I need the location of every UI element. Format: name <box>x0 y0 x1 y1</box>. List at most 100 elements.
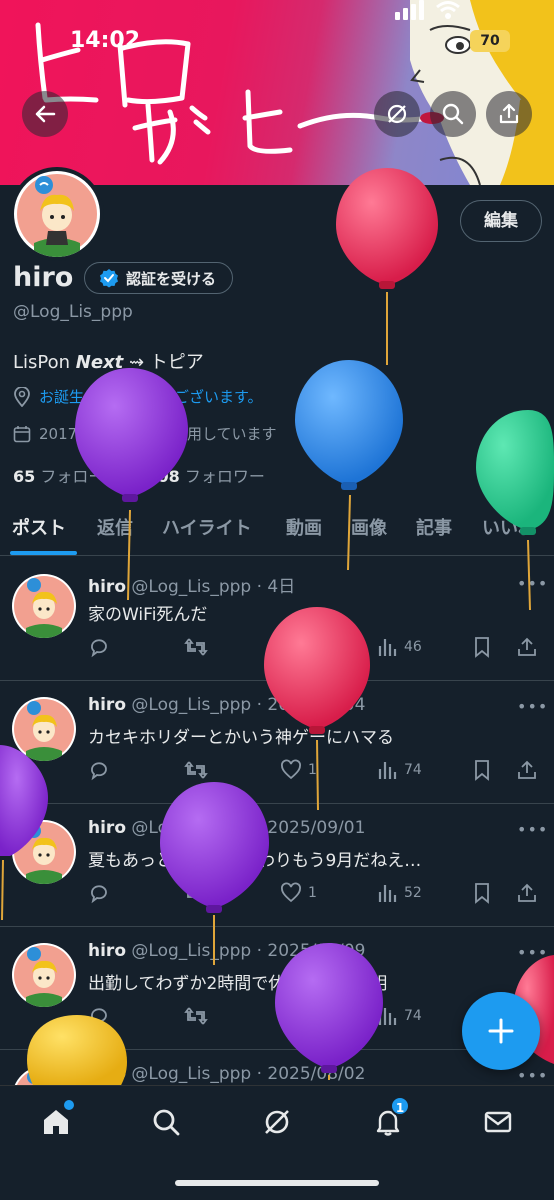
compose-post-button[interactable] <box>462 992 540 1070</box>
birthday-link[interactable]: お誕生日おめでとうございます。 <box>39 386 263 407</box>
tab-likes[interactable]: いいね <box>482 514 536 540</box>
repost-button[interactable] <box>184 1005 214 1027</box>
like-icon <box>281 1005 301 1026</box>
like-icon <box>281 636 301 657</box>
post-meta: @Log_Lis_ppp · 4日 <box>131 577 296 597</box>
bookmark-icon <box>475 883 489 904</box>
like-button[interactable]: 1 <box>280 1005 317 1027</box>
tab-replies[interactable]: 返信 <box>97 514 133 540</box>
views-button[interactable]: 74 <box>376 759 422 781</box>
share-icon <box>518 883 536 902</box>
edit-profile-button[interactable]: 編集 <box>460 200 542 242</box>
wifi-icon <box>436 1 460 19</box>
search-button[interactable] <box>430 91 476 137</box>
nav-search[interactable] <box>146 1102 186 1142</box>
post-text: カセキホリダーとかいう神ゲーにハマる <box>88 728 394 748</box>
nav-home[interactable] <box>36 1100 76 1142</box>
post-author-name[interactable]: hiro <box>88 941 126 961</box>
follow-stats: 65 フォロー中 108 フォロワー <box>13 463 265 487</box>
views-icon <box>378 762 397 779</box>
share-post-button[interactable] <box>516 759 538 781</box>
birthday-row: お誕生日おめでとうございます。 <box>13 386 263 407</box>
post-avatar[interactable] <box>12 574 76 638</box>
active-tab-indicator <box>10 551 77 555</box>
search-icon <box>442 103 464 125</box>
post-header: hiro @Log_Lis_ppp · 2025/09/01 <box>88 818 365 838</box>
share-post-button[interactable] <box>516 636 538 658</box>
views-count: 74 <box>404 1008 422 1024</box>
back-button[interactable] <box>22 91 68 137</box>
reply-icon <box>91 885 107 904</box>
like-count: 1 <box>308 762 317 778</box>
profile-avatar[interactable] <box>10 167 104 261</box>
back-arrow-icon <box>35 105 56 123</box>
nav-notifications[interactable]: 1 <box>368 1096 410 1142</box>
like-button[interactable]: 1 <box>280 636 317 658</box>
post-item[interactable]: hiro @Log_Lis_ppp · 2025/09/04 ••• カセキホリダー… <box>0 681 554 804</box>
views-button[interactable]: 46 <box>376 636 422 658</box>
post-author-name[interactable]: hiro <box>88 1064 126 1084</box>
post-avatar[interactable] <box>12 943 76 1007</box>
bookmark-button[interactable] <box>472 882 492 904</box>
nav-grok[interactable] <box>257 1102 297 1142</box>
profile-name: hiro <box>13 262 74 293</box>
followers-count: 108 <box>146 467 180 486</box>
repost-button[interactable] <box>184 882 214 904</box>
repost-button[interactable] <box>184 636 214 658</box>
get-verified-button[interactable]: 認証を受ける <box>84 262 234 294</box>
like-icon <box>281 759 301 780</box>
post-more-icon[interactable]: ••• <box>517 697 548 716</box>
nav-messages[interactable] <box>478 1102 518 1142</box>
share-profile-button[interactable] <box>486 91 532 137</box>
grok-button[interactable] <box>374 91 420 137</box>
followers-label: フォロワー <box>184 467 265 486</box>
views-button[interactable]: 52 <box>376 882 422 904</box>
verified-icon <box>100 269 118 288</box>
post-item[interactable]: hiro @Log_Lis_ppp · 2025/09/01 ••• 夏もあっという… <box>0 804 554 927</box>
mail-icon <box>484 1111 512 1133</box>
tab-posts[interactable]: ポスト <box>12 514 66 540</box>
post-text: 家のWiFi死んだ <box>88 605 208 625</box>
post-more-icon[interactable]: ••• <box>517 820 548 839</box>
like-button[interactable]: 1 <box>280 882 317 904</box>
post-actions: 1 46 <box>88 636 540 662</box>
reply-button[interactable] <box>88 882 116 904</box>
reply-button[interactable] <box>88 636 116 658</box>
share-icon <box>518 637 536 656</box>
status-bar: 14:02 70 <box>0 0 554 80</box>
post-item[interactable]: hiro @Log_Lis_ppp · 4日 ••• 家のWiFi死んだ 1 46 <box>0 558 554 681</box>
like-button[interactable]: 1 <box>280 759 317 781</box>
post-more-icon[interactable]: ••• <box>517 574 548 593</box>
views-icon <box>378 1008 397 1025</box>
home-indicator <box>175 1180 379 1186</box>
share-post-button[interactable] <box>516 882 538 904</box>
post-author-name[interactable]: hiro <box>88 818 126 838</box>
post-author-name[interactable]: hiro <box>88 695 126 715</box>
views-button[interactable]: 74 <box>376 1005 422 1027</box>
repost-button[interactable] <box>184 759 214 781</box>
bookmark-button[interactable] <box>472 636 492 658</box>
profile-tabs: ポスト 返信 ハイライト 動画 画像 記事 いいね <box>0 500 554 556</box>
reply-button[interactable] <box>88 759 116 781</box>
like-count: 1 <box>308 639 317 655</box>
reply-button[interactable] <box>88 1005 116 1027</box>
post-more-icon[interactable]: ••• <box>517 1066 548 1085</box>
post-avatar[interactable] <box>12 697 76 761</box>
tab-images[interactable]: 画像 <box>351 514 387 540</box>
followers-link[interactable]: 108 フォロワー <box>146 463 265 487</box>
post-avatar-illustration <box>14 576 74 638</box>
plus-icon <box>488 1018 514 1044</box>
bio-suffix: ⇝ トピア <box>123 352 204 373</box>
tab-videos[interactable]: 動画 <box>286 514 322 540</box>
following-link[interactable]: 65 フォロー中 <box>13 463 120 487</box>
post-more-icon[interactable]: ••• <box>517 943 548 962</box>
repost-icon <box>184 1007 208 1025</box>
post-author-name[interactable]: hiro <box>88 577 126 597</box>
tab-articles[interactable]: 記事 <box>416 514 452 540</box>
post-avatar[interactable] <box>12 820 76 884</box>
profile-bio: LisPon Next ⇝ トピア <box>13 348 204 374</box>
balloon-red-top <box>336 168 438 365</box>
tab-highlights[interactable]: ハイライト <box>162 514 252 540</box>
avatar-illustration <box>17 174 97 257</box>
bookmark-button[interactable] <box>472 759 492 781</box>
